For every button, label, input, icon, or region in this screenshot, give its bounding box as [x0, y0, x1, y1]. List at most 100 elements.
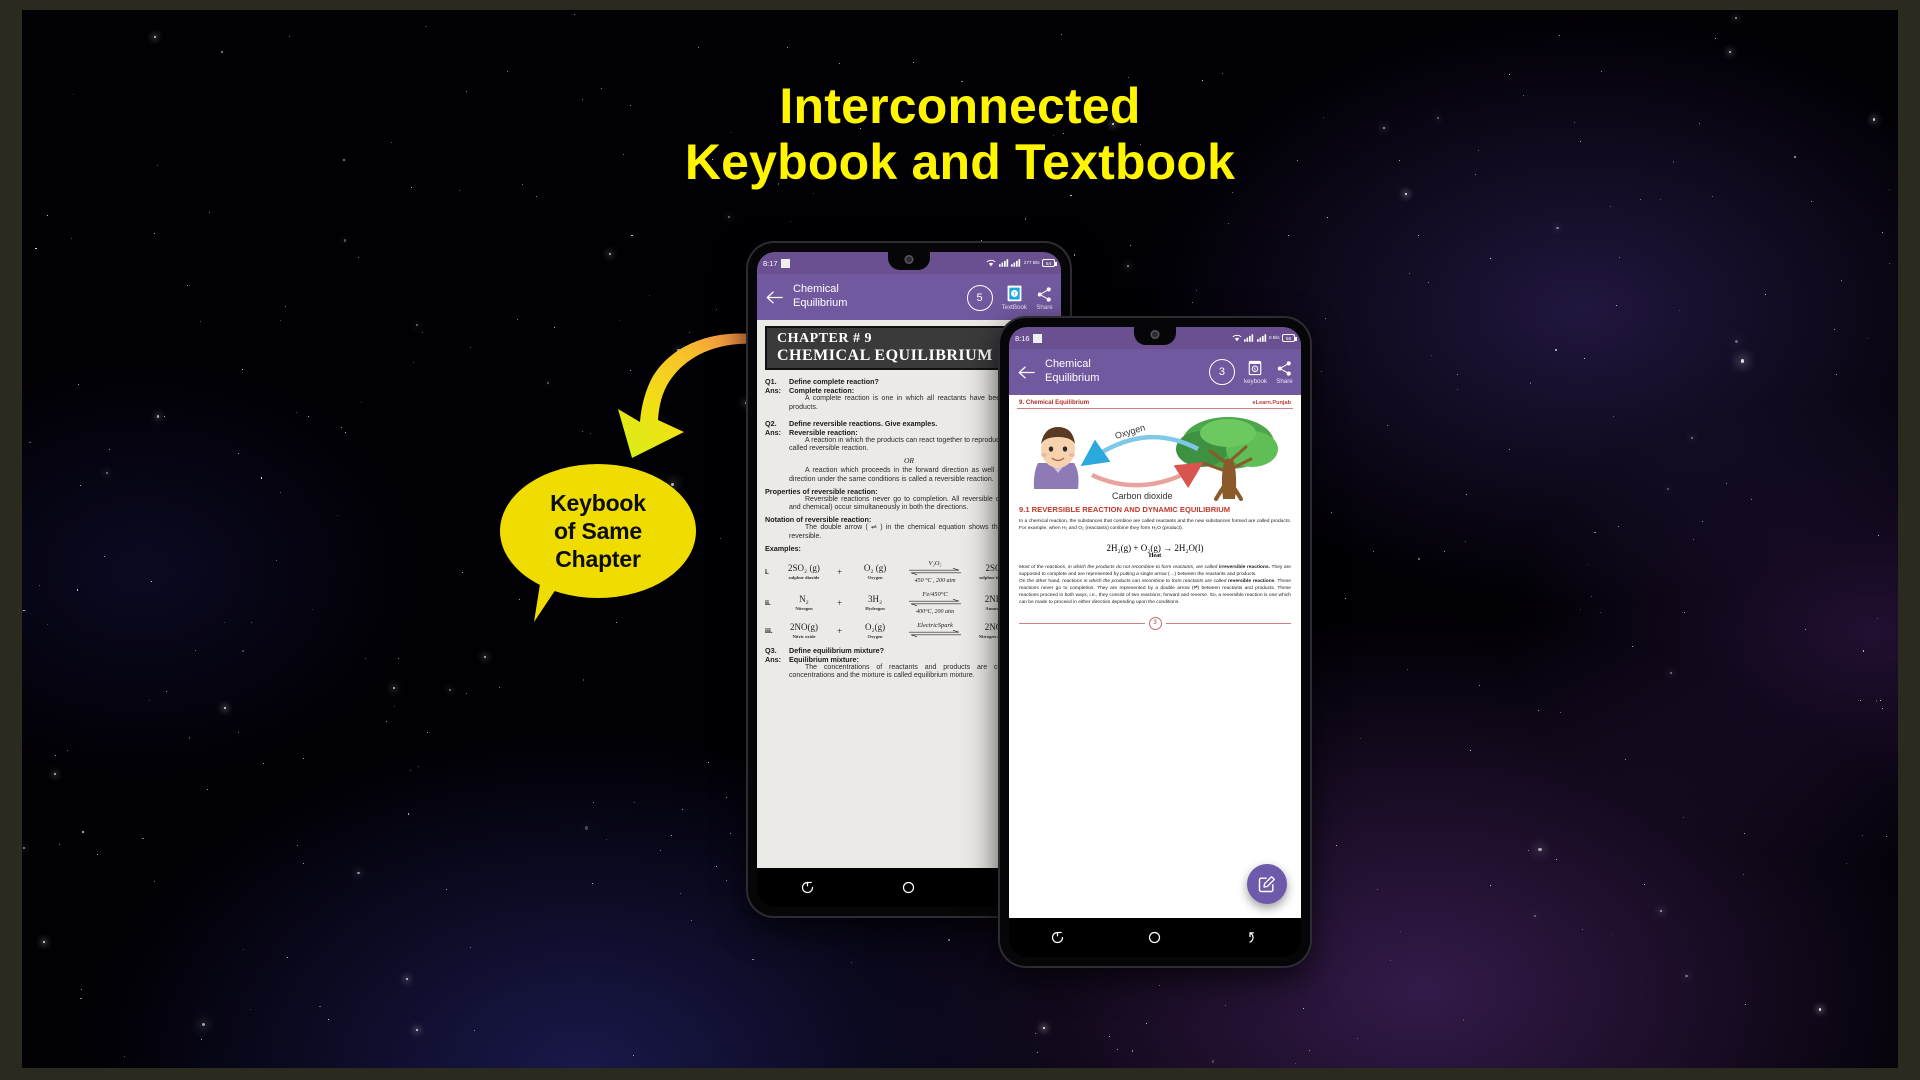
curved-arrow-icon [618, 333, 754, 458]
textbook-button[interactable]: T TextBook [1002, 284, 1027, 311]
app-bar-title: Chemical Equilibrium [793, 283, 967, 311]
page-count-button[interactable]: 3 [1208, 359, 1235, 385]
page-title: Interconnected Keybook and Textbook [0, 78, 1920, 190]
running-head-right: eLearn.Punjab [1252, 400, 1291, 406]
battery-icon: 54 [1042, 259, 1057, 267]
p3-bold: reversible reactions [1228, 578, 1275, 584]
q1-label: Q1. [765, 377, 777, 386]
keybook-icon: K [1249, 360, 1262, 376]
equation-index: ii. [765, 598, 771, 607]
share-label: Share [1036, 303, 1053, 311]
signal-icon-2 [1011, 259, 1021, 267]
header-rule [1017, 408, 1293, 409]
notification-icon [1032, 333, 1042, 343]
plus-sign: + [837, 566, 843, 577]
reaction-conditions: Fe/450°C 400°C, 200 atm [904, 591, 966, 615]
double-arrow-icon [909, 567, 962, 575]
reactant-2: O₂ (g) Oxygen [863, 563, 887, 580]
front-camera-icon [1150, 330, 1160, 339]
front-camera-icon [904, 255, 914, 264]
signal-icon-1 [998, 259, 1009, 267]
recent-apps-icon[interactable] [1050, 930, 1065, 945]
phone-textbook: 8:16 0 B/s 68 Chemical Equilibrium 3 K k… [1000, 318, 1310, 966]
reactant-2: 3H₂ Hydrogen [865, 594, 885, 611]
notification-icon [780, 258, 790, 268]
back-nav-icon[interactable] [1245, 930, 1260, 945]
share-button[interactable]: Share [1036, 286, 1053, 311]
share-icon [1037, 286, 1051, 302]
page-count-value: 3 [1208, 359, 1235, 385]
section-heading: 9.1 REVERSIBLE REACTION AND DYNAMIC EQUI… [1019, 505, 1231, 514]
chemical-equation: 2H₂(g) + O₂(g) → 2H₂O(l) Heat [1009, 538, 1301, 559]
reaction-conditions: V₂O₅ 450 °C , 200 atm [904, 560, 966, 584]
network-speed: 277 B/s [1023, 259, 1040, 265]
q3-text: Define equilibrium mixture? [789, 645, 885, 655]
q2-label: Q2. [765, 418, 777, 428]
system-navigation-bar [1009, 918, 1301, 957]
page-number: 3 [1148, 616, 1162, 630]
status-time: 8:17 [763, 258, 778, 268]
page-running-head: 9. Chemical Equilibrium eLearn.Punjab [1009, 395, 1301, 408]
svg-text:K: K [1254, 367, 1257, 372]
textbook-page: 9. Chemical Equilibrium eLearn.Punjab Ox… [1009, 395, 1301, 918]
tree-illustration [1176, 417, 1278, 501]
wifi-icon [1232, 334, 1241, 342]
textbook-icon: T [1007, 285, 1022, 301]
promo-screenshot: Interconnected Keybook and Textbook Keyb… [0, 0, 1920, 1080]
keybook-label: keybook [1243, 378, 1267, 385]
share-button[interactable]: Share [1276, 360, 1293, 385]
q2-text: Define reversible reactions. Give exampl… [789, 418, 938, 428]
notch [888, 252, 930, 270]
notch [1134, 327, 1176, 345]
page-count-value: 5 [966, 284, 993, 311]
battery-level: 54 [1045, 260, 1051, 266]
p3-italic: reactions in which the products can reco… [1062, 578, 1228, 584]
callout-line-3: Chapter [555, 546, 641, 573]
textbook-content[interactable]: 9. Chemical Equilibrium eLearn.Punjab Ox… [1009, 395, 1301, 918]
edit-note-fab[interactable] [1247, 864, 1287, 904]
q3-label: Q3. [765, 645, 777, 655]
footer-rule-left [1019, 622, 1145, 624]
recent-apps-icon[interactable] [800, 880, 815, 895]
status-bar: 8:16 0 B/s 68 [1009, 327, 1301, 349]
app-bar-title-line-2: Equilibrium [1045, 372, 1100, 384]
double-arrow-icon [909, 598, 962, 606]
equation-index: iii. [765, 626, 773, 635]
wifi-icon [986, 259, 996, 267]
figure-svg: Oxygen Carbon dioxide [1033, 417, 1278, 501]
plus-sign: + [837, 625, 843, 636]
back-arrow-icon[interactable] [1017, 365, 1035, 380]
equation-text: 2H₂(g) + O₂(g) → 2H₂O(l) [1106, 542, 1204, 553]
share-icon [1277, 361, 1291, 376]
keybook-button[interactable]: K keybook [1244, 359, 1267, 385]
figure-photosynthesis: Oxygen Carbon dioxide [1015, 413, 1295, 501]
callout-line-1: Keybook [550, 489, 646, 516]
home-icon[interactable] [1147, 930, 1162, 945]
signal-icon-2 [1256, 334, 1266, 342]
reactant-1: N₂ Nitrogen [795, 594, 813, 611]
app-bar: Chemical Equilibrium 3 K keybook Share [1009, 349, 1301, 395]
battery-icon: 68 [1282, 334, 1297, 342]
a3-heading: Equilibrium mixture: [789, 654, 859, 664]
edit-note-icon [1258, 876, 1275, 893]
p2-italic: Most of the reactions, in which the prod… [1019, 564, 1219, 570]
app-bar-title-line-1: Chemical [1045, 358, 1091, 371]
running-head-left: 9. Chemical Equilibrium [1019, 399, 1090, 406]
a3-label: Ans: [765, 654, 781, 664]
page-count-button[interactable]: 5 [966, 284, 993, 311]
paragraph-1: In a chemical reaction, the substances t… [1019, 519, 1291, 531]
status-bar: 8:17 277 B/s 54 [757, 252, 1061, 274]
equation-index: i. [765, 567, 769, 576]
a1-heading: Complete reaction: [789, 386, 855, 395]
reactant-1: 2SO₂ (g) sulphur dioxide [788, 563, 820, 580]
equation-condition: Heat [1148, 552, 1162, 559]
q1-text: Define complete reaction? [789, 377, 879, 386]
headline-line-2: Keybook and Textbook [684, 134, 1236, 190]
app-bar: Chemical Equilibrium 5 T TextBook Share [757, 274, 1061, 320]
back-arrow-icon[interactable] [765, 290, 783, 305]
a1-label: Ans: [765, 386, 781, 395]
home-icon[interactable] [901, 880, 916, 895]
reactant-1: 2NO(g) Nitric oxide [790, 622, 818, 639]
callout-line-2: of Same [553, 517, 643, 544]
page-footer: 3 [1009, 616, 1301, 630]
